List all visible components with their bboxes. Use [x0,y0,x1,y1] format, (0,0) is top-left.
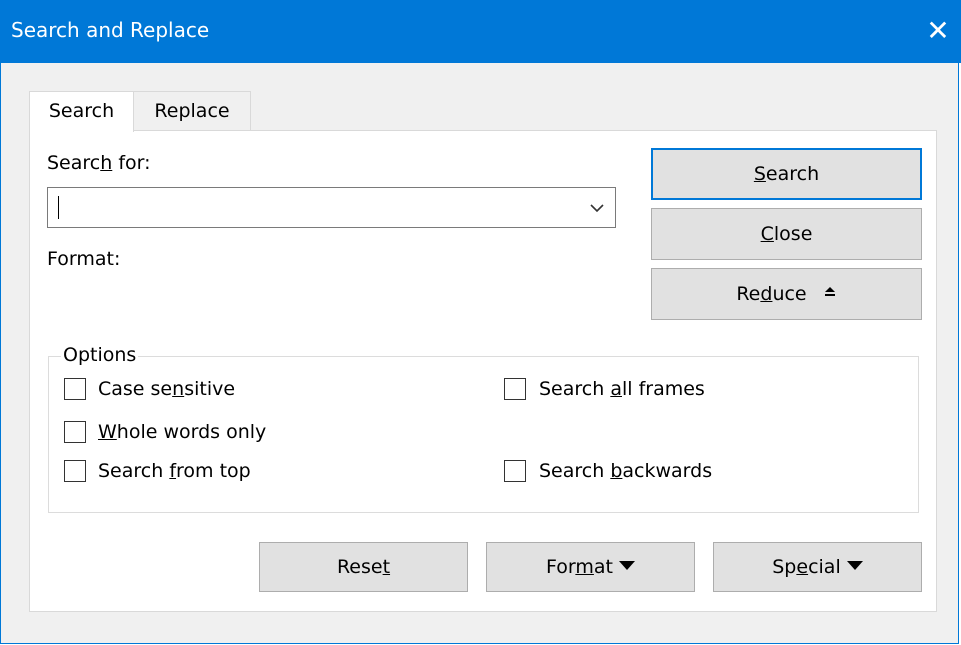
close-button[interactable]: Close [651,208,922,260]
triangle-down-icon [846,561,863,570]
search-backwards-checkbox[interactable] [504,460,526,482]
title-bar: Search and Replace ✕ [1,0,961,63]
case-sensitive-label: Case sensitive [98,378,236,400]
reduce-button[interactable]: Reduce [651,268,922,320]
chevron-down-icon[interactable] [589,200,605,216]
case-sensitive-checkbox[interactable] [64,378,86,400]
search-from-top-checkbox[interactable] [64,460,86,482]
search-for-label: Search for: [47,152,151,174]
text-caret [58,196,59,219]
whole-words-checkbox[interactable] [64,421,86,443]
search-input[interactable] [47,187,616,228]
search-replace-dialog: Search and Replace ✕ Search Replace Sear… [0,0,961,644]
whole-words-label: Whole words only [98,421,267,443]
reset-button[interactable]: Reset [259,542,468,592]
format-label: Format: [47,248,121,270]
tab-search[interactable]: Search [29,91,134,132]
search-all-frames-checkbox[interactable] [504,378,526,400]
format-menu-button[interactable]: Format [486,542,695,592]
tab-replace-label: Replace [154,100,230,122]
collapse-up-icon [824,287,835,296]
tab-replace[interactable]: Replace [134,91,251,131]
close-icon[interactable]: ✕ [924,14,952,48]
tab-search-label: Search [48,100,115,122]
triangle-down-icon [618,561,635,570]
search-backwards-label: Search backwards [539,460,713,482]
search-all-frames-label: Search all frames [539,378,705,400]
special-menu-button[interactable]: Special [713,542,922,592]
window-title: Search and Replace [11,18,210,42]
options-legend: Options [61,344,139,366]
search-from-top-label: Search from top [98,460,251,482]
search-button[interactable]: Search [651,148,922,200]
